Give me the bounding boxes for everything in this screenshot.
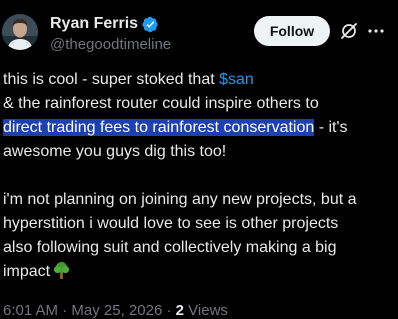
tweet-text-segment: - it's [314,119,348,136]
meta-separator: · [62,302,68,319]
tweet-blank-line [3,164,395,188]
tweet-line: awesome you guys dig this too! [3,143,227,160]
selected-text: direct trading fees to rainforest conser… [3,119,315,136]
tweet-line: direct trading fees to rainforest conser… [3,116,395,140]
tweet-line: also following suit and collectively mak… [3,239,337,256]
tweet-line: & the rainforest router could inspire ot… [3,95,319,112]
tweet-time[interactable]: 6:01 AM [3,302,58,319]
meta-separator: · [166,302,172,319]
cashtag-link[interactable]: $san [219,71,254,88]
follow-button[interactable]: Follow [254,16,330,46]
tweet-date[interactable]: May 25, 2026 [71,302,162,319]
display-name[interactable]: Ryan Ferris [50,15,138,33]
views-label: Views [188,302,228,319]
verified-badge-icon [142,16,158,32]
grok-icon[interactable] [339,21,359,41]
views-count: 2 [175,302,184,319]
author-handle[interactable]: @thegoodtimeline [50,36,171,53]
avatar[interactable] [2,14,38,50]
avatar-photo-icon [2,14,38,50]
tweet-text-segment: impact [3,263,51,280]
tweet-meta: 6:01 AM · May 25, 2026 · 2 Views [3,302,228,319]
tweet-text: this is cool - super stoked that $san & … [3,68,395,284]
author-name-row: Ryan Ferris [50,14,159,34]
deciduous-tree-emoji-icon [54,262,70,279]
tweet-line: hyperstition i would love to see is othe… [3,215,339,232]
tweet-header: Ryan Ferris @thegoodtimeline Follow [0,0,398,62]
tweet-line: this is cool - super stoked that $san [3,68,395,92]
tweet-text-segment: this is cool - super stoked that [3,71,220,88]
tweet-line: i'm not planning on joining any new proj… [3,191,357,208]
more-horizontal-icon[interactable] [367,21,385,41]
tweet-line: impact [3,260,395,284]
